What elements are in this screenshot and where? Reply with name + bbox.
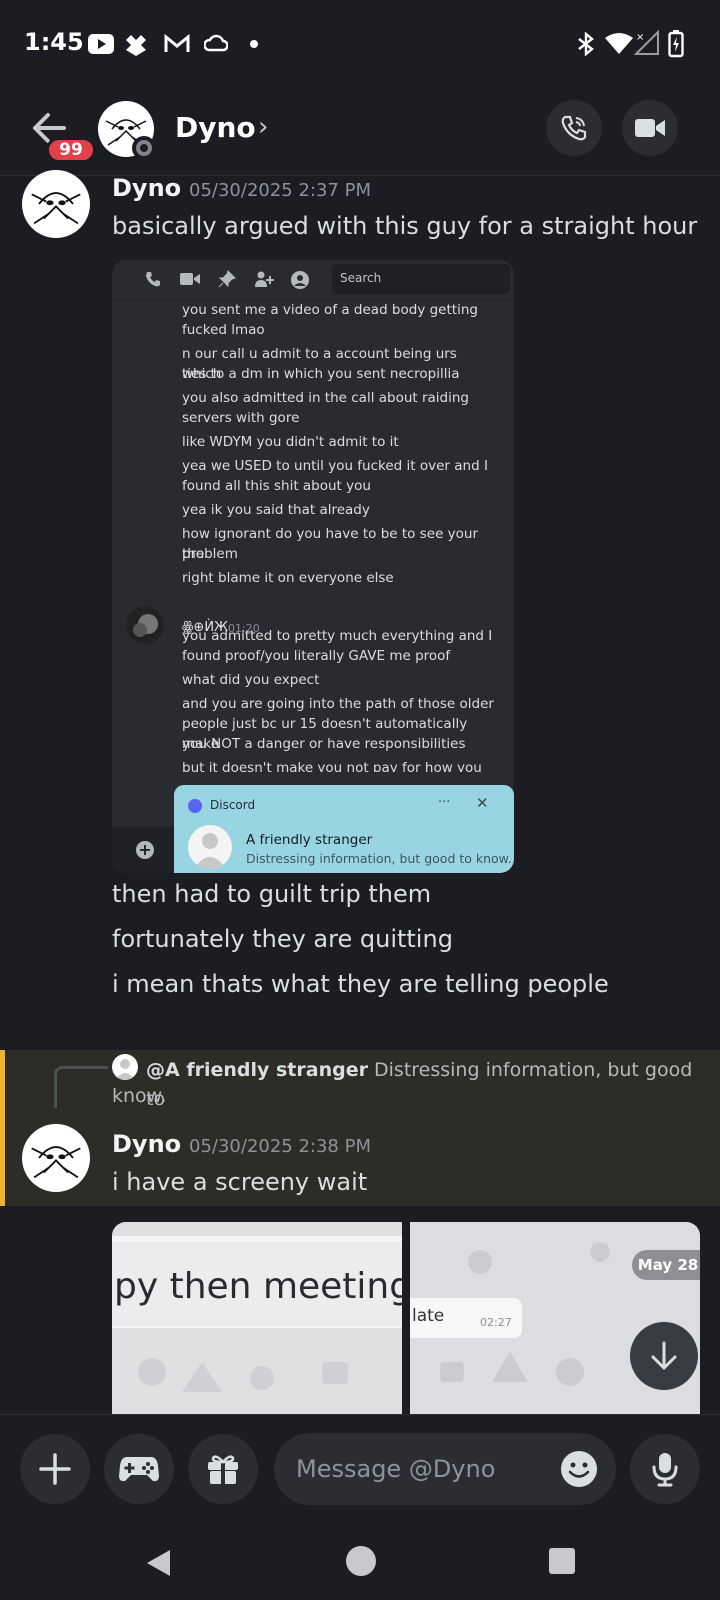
status-bar: 1:45 × xyxy=(0,0,720,88)
arrow-down-icon xyxy=(651,1341,677,1370)
back-nav-icon[interactable] xyxy=(144,1548,172,1578)
bubble-time: 02:27 xyxy=(480,1316,512,1329)
video-camera-icon xyxy=(180,273,200,285)
screenshot-line: servers with gore xyxy=(182,410,300,426)
plus-icon: + xyxy=(136,841,154,859)
screenshot-line: problem xyxy=(182,546,238,562)
gmail-icon xyxy=(164,34,190,52)
screenshot-line: you also admitted in the call about raid… xyxy=(182,390,469,406)
close-icon: ✕ xyxy=(476,794,489,812)
screenshot-line: fucked lmao xyxy=(182,322,265,338)
header-username[interactable]: Dyno xyxy=(175,111,256,144)
screenshot-line: you sent me a video of a dead body getti… xyxy=(182,302,478,318)
add-attachment-button[interactable] xyxy=(20,1434,90,1504)
tidal-icon xyxy=(126,35,146,56)
wifi-icon xyxy=(605,33,633,54)
battery-icon xyxy=(668,30,684,58)
video-call-button[interactable] xyxy=(622,100,678,156)
chevron-right-icon[interactable]: › xyxy=(258,112,268,142)
chat-bubble: late 02:27 xyxy=(410,1298,522,1338)
screenshot-line: yea we USED to until you fucked it over … xyxy=(182,458,488,474)
reply-connector xyxy=(54,1066,108,1108)
plus-icon xyxy=(39,1453,71,1485)
phone-icon xyxy=(146,272,160,287)
mention-bar xyxy=(0,1050,5,1206)
message-placeholder: Message @Dyno xyxy=(296,1455,496,1483)
system-notification: Discord ··· ✕ A friendly stranger Distre… xyxy=(174,785,514,873)
screenshot-line: found proof/you literally GAVE me proof xyxy=(182,648,451,664)
video-camera-icon xyxy=(635,119,665,137)
cloud-icon xyxy=(204,34,228,52)
message-text: i mean thats what they are telling peopl… xyxy=(112,970,609,998)
notification-title: A friendly stranger xyxy=(246,832,373,848)
message-input[interactable]: Message @Dyno xyxy=(274,1433,616,1505)
message-text: basically argued with this guy for a str… xyxy=(112,212,698,240)
image-text: py then meeting xyxy=(114,1266,402,1307)
android-nav-bar xyxy=(0,1526,720,1600)
unread-badge: 99 xyxy=(46,137,96,163)
notification-body: Distressing information, but good to kno… xyxy=(246,851,512,866)
signal-icon: × xyxy=(634,30,659,55)
gift-icon xyxy=(208,1455,238,1484)
add-member-icon xyxy=(255,271,274,287)
youtube-icon xyxy=(88,34,114,54)
voice-message-button[interactable] xyxy=(630,1434,700,1504)
screenshot-line: found all this shit about you xyxy=(182,478,371,494)
screenshot-line: right blame it on everyone else xyxy=(182,570,394,586)
activities-button[interactable] xyxy=(104,1434,174,1504)
image-background xyxy=(112,1222,402,1414)
screenshot-toolbar: Search xyxy=(112,260,514,300)
date-badge: May 28 xyxy=(632,1250,700,1280)
attached-image-left[interactable]: py then meeting xyxy=(112,1222,402,1414)
bubble-text: late xyxy=(412,1306,445,1326)
offline-status-icon xyxy=(132,136,156,160)
emoji-icon[interactable] xyxy=(560,1450,598,1488)
message-avatar[interactable] xyxy=(22,1124,90,1192)
screenshot-avatar xyxy=(126,606,164,644)
recents-nav-icon[interactable] xyxy=(549,1548,575,1574)
screenshot-line: what did you expect xyxy=(182,672,320,688)
screenshot-line: and you are going into the path of those… xyxy=(182,696,494,712)
reply-avatar xyxy=(112,1054,138,1080)
message-text: fortunately they are quitting xyxy=(112,925,453,953)
message-author[interactable]: Dyno xyxy=(112,174,181,202)
more-icon: ··· xyxy=(438,795,451,810)
notification-dot xyxy=(250,40,258,48)
screenshot-line: like WDYM you didn't admit to it xyxy=(182,434,399,450)
svg-text:×: × xyxy=(636,32,644,43)
discord-icon xyxy=(188,799,202,813)
reply-mention[interactable]: @A friendly stranger xyxy=(146,1059,368,1081)
notification-avatar xyxy=(188,825,232,869)
message-text: then had to guilt trip them xyxy=(112,880,432,908)
pin-icon xyxy=(218,270,236,288)
screenshot-line: but it doesn't make you not pay for how … xyxy=(182,760,482,772)
message-text: i have a screeny wait xyxy=(112,1168,368,1196)
reply-text-continued: know. xyxy=(112,1085,167,1107)
notification-app: Discord xyxy=(210,798,256,812)
screenshot-line: ties to a dm in which you sent necropill… xyxy=(182,366,460,382)
screenshot-search: Search xyxy=(332,264,510,294)
status-time: 1:45 xyxy=(24,28,84,56)
bluetooth-icon xyxy=(578,32,594,56)
microphone-icon xyxy=(652,1453,678,1487)
message-timestamp: 05/30/2025 2:38 PM xyxy=(189,1136,371,1157)
voice-call-button[interactable] xyxy=(546,100,602,156)
message-timestamp: 05/30/2025 2:37 PM xyxy=(189,180,371,201)
reply-preview[interactable]: @A friendly stranger Distressing informa… xyxy=(146,1056,706,1114)
attached-screenshot[interactable]: Search you sent me a video of a dead bod… xyxy=(112,260,514,873)
gamepad-icon xyxy=(119,1457,159,1482)
jump-to-bottom-button[interactable] xyxy=(630,1322,698,1390)
screenshot-line: you admitted to pretty much everything a… xyxy=(182,628,493,644)
message-author[interactable]: Dyno xyxy=(112,1130,181,1158)
message-avatar[interactable] xyxy=(22,170,90,238)
phone-icon xyxy=(561,115,587,141)
gift-button[interactable] xyxy=(188,1434,258,1504)
home-nav-icon[interactable] xyxy=(346,1546,376,1576)
screenshot-line: you NOT a danger or have responsibilitie… xyxy=(182,736,466,752)
profile-icon xyxy=(291,271,309,289)
screenshot-line: yea ik you said that already xyxy=(182,502,370,518)
